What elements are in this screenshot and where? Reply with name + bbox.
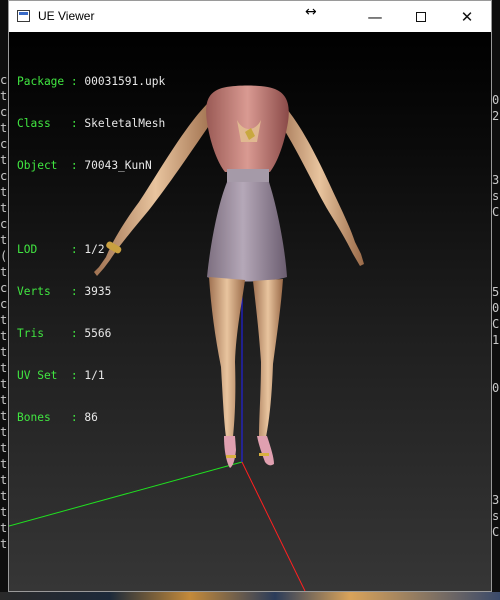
ue-viewer-window: UE Viewer ↔ — ✕ Package: 00031591.upk C…: [8, 0, 492, 592]
app-window-icon[interactable]: [17, 10, 30, 22]
axis-y-line: [9, 461, 243, 527]
background-console-text-left: c t c t c t c t t c t ( t c c t t t t t …: [0, 73, 8, 551]
info-row-package: Package : 00031591.upk: [17, 75, 166, 88]
info-row-lod: LOD : 1/2: [17, 243, 105, 256]
maximize-button[interactable]: [398, 1, 444, 32]
info-row-object: Object : 70043_KunN: [17, 159, 152, 172]
title-bar[interactable]: UE Viewer ↔ — ✕: [9, 1, 491, 32]
maximize-icon: [416, 11, 426, 22]
info-row-class: Class : SkeletalMesh: [17, 117, 166, 130]
info-row-bones: Bones : 86: [17, 411, 98, 424]
info-row-uv-set: UV Set : 1/1: [17, 369, 105, 382]
resize-cursor-icon: ↔: [305, 4, 317, 20]
minimize-button[interactable]: —: [352, 1, 398, 32]
window-title: UE Viewer: [38, 9, 95, 23]
info-row-tris: Tris : 5566: [17, 327, 112, 340]
close-button[interactable]: ✕: [444, 1, 490, 32]
background-taskbar-strip: [0, 592, 500, 600]
background-console-text-right: 0 2 3 s C 5 0 C 1 0 3 s C: [492, 93, 500, 539]
axis-x-line: [241, 461, 306, 591]
info-row-verts: Verts : 3935: [17, 285, 112, 298]
3d-viewport[interactable]: Package : 00031591.upk Class : SkeletalM…: [9, 32, 491, 591]
info-spacer: [17, 201, 165, 215]
mesh-info-overlay: Package : 00031591.upk Class : SkeletalM…: [17, 47, 165, 453]
